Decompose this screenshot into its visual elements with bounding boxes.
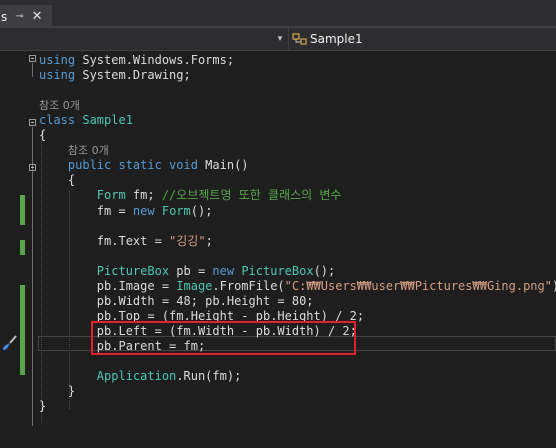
code-token: Sample1 xyxy=(82,113,133,127)
code-text: } xyxy=(39,384,75,399)
code-token: Form xyxy=(96,188,126,202)
code-line-lens1[interactable]: 참조 0개 xyxy=(0,98,556,113)
code-token: pb.Width = 48; pb.Height = 80; xyxy=(39,294,314,308)
code-line-formtext[interactable]: fm.Text = "깅깅"; xyxy=(0,234,556,249)
code-text: { xyxy=(39,173,75,188)
code-token: } xyxy=(39,384,76,398)
codelens-reference-count[interactable]: 참조 0개 xyxy=(39,143,109,158)
code-text: pb.Width = 48; pb.Height = 80; xyxy=(39,294,314,309)
navigation-bar: ▾ Sample1 xyxy=(0,28,556,51)
code-token: using xyxy=(39,53,76,67)
member-dropdown-chevron-icon[interactable]: ▾ xyxy=(273,31,287,47)
code-token: System.Drawing; xyxy=(75,68,191,82)
codelens-reference-count[interactable]: 참조 0개 xyxy=(39,98,80,113)
code-token: 참조 0개 xyxy=(67,144,109,157)
code-token: new xyxy=(212,264,235,278)
code-line-openclass[interactable]: { xyxy=(0,128,556,143)
document-tab[interactable]: s ⊸ ✕ xyxy=(0,5,52,28)
code-line-maindecl[interactable]: public static void Main() xyxy=(0,158,556,173)
code-text: public static void Main() xyxy=(39,158,249,173)
code-text: Form fm; //오브젝트명 또한 클래스의 변수 xyxy=(39,188,342,203)
code-text: PictureBox pb = new PictureBox(); xyxy=(39,264,335,279)
code-token: pb.Image = xyxy=(39,279,177,293)
code-token: //오브젝트명 또한 클래스의 변수 xyxy=(161,188,342,202)
code-editor[interactable]: using System.Windows.Forms; using System.… xyxy=(0,51,556,448)
code-token: "C:₩₩Users₩₩user₩₩Pictures₩₩Ging.png" xyxy=(284,279,552,293)
code-text: { xyxy=(39,128,46,143)
code-text: pb.Image = Image.FromFile("C:₩₩Users₩₩us… xyxy=(39,279,556,294)
code-token: new xyxy=(132,204,155,218)
code-token: public static void xyxy=(67,158,198,172)
code-token: (); xyxy=(313,264,336,278)
code-line-pbsize[interactable]: pb.Width = 48; pb.Height = 80; xyxy=(0,294,556,309)
code-line-closeclass[interactable]: } xyxy=(0,399,556,414)
class-icon xyxy=(292,33,307,45)
code-token: class xyxy=(39,113,76,127)
document-tab-strip: s ⊸ ✕ xyxy=(0,0,556,28)
close-icon[interactable]: ✕ xyxy=(32,9,43,24)
annotation-highlight-box xyxy=(91,321,356,355)
tab-label: s xyxy=(1,9,8,24)
code-line-formdecl[interactable]: Form fm; //오브젝트명 또한 클래스의 변수 xyxy=(0,188,556,203)
code-token: .Run(fm); xyxy=(176,369,242,383)
code-token: using xyxy=(39,68,76,82)
code-token: Form xyxy=(161,204,191,218)
code-line-lens2[interactable]: 참조 0개 xyxy=(0,143,556,158)
type-dropdown-label: Sample1 xyxy=(310,32,363,46)
code-token: pb = xyxy=(169,264,213,278)
code-token: Image xyxy=(176,279,213,293)
pin-icon[interactable]: ⊸ xyxy=(15,11,23,22)
code-text: fm.Text = "깅깅"; xyxy=(39,234,213,249)
code-text: fm = new Form(); xyxy=(39,204,213,219)
code-text: class Sample1 xyxy=(39,113,133,128)
code-token: (); xyxy=(190,204,213,218)
code-token: { xyxy=(39,128,47,142)
code-token: Main() xyxy=(197,158,249,172)
code-line-blank1[interactable] xyxy=(0,83,556,98)
code-token: ; xyxy=(205,234,213,248)
code-token: .FromFile( xyxy=(212,279,285,293)
code-token: { xyxy=(39,173,76,187)
code-token: fm = xyxy=(39,204,133,218)
code-text: } xyxy=(39,399,46,414)
code-line-blank3[interactable] xyxy=(0,249,556,264)
code-line-classdecl[interactable]: class Sample1 xyxy=(0,113,556,128)
code-line-blank4[interactable] xyxy=(0,354,556,369)
code-token: Application xyxy=(96,369,177,383)
code-token: PictureBox xyxy=(241,264,314,278)
code-token: PictureBox xyxy=(96,264,170,278)
type-dropdown[interactable]: Sample1 xyxy=(288,28,556,50)
code-line-formnew[interactable]: fm = new Form(); xyxy=(0,204,556,219)
code-line-blank2[interactable] xyxy=(0,219,556,234)
code-token: ); xyxy=(552,279,556,293)
code-text: using System.Windows.Forms; xyxy=(39,53,234,68)
code-line-using2[interactable]: using System.Drawing; xyxy=(0,68,556,83)
code-line-closemain[interactable]: } xyxy=(0,384,556,399)
code-line-apprun[interactable]: Application.Run(fm); xyxy=(0,369,556,384)
code-token: "깅깅" xyxy=(169,234,206,248)
quick-actions-brush-icon[interactable] xyxy=(1,334,19,352)
code-line-pbdecl[interactable]: PictureBox pb = new PictureBox(); xyxy=(0,264,556,279)
code-token: 참조 0개 xyxy=(39,99,80,112)
code-line-using1[interactable]: using System.Windows.Forms; xyxy=(0,53,556,68)
code-line-openmain[interactable]: { xyxy=(0,173,556,188)
code-line-pbimage[interactable]: pb.Image = Image.FromFile("C:₩₩Users₩₩us… xyxy=(0,279,556,294)
code-text: using System.Drawing; xyxy=(39,68,191,83)
code-token: fm.Text = xyxy=(39,234,170,248)
code-text: Application.Run(fm); xyxy=(39,369,242,384)
code-token: fm; xyxy=(125,188,162,202)
code-token: } xyxy=(39,399,47,413)
code-token: System.Windows.Forms; xyxy=(75,53,235,67)
